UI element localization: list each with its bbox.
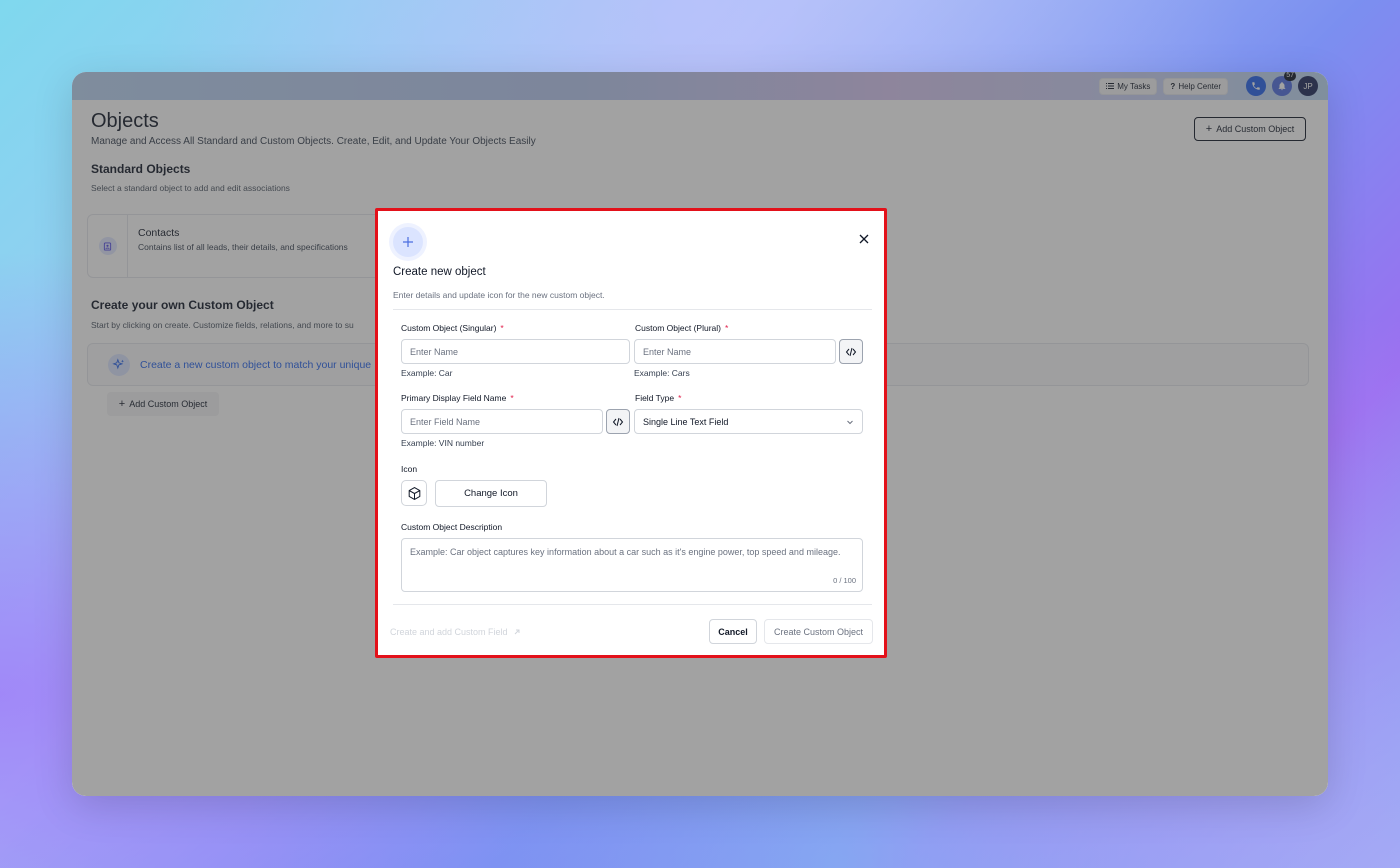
required-marker: *	[510, 393, 514, 403]
field-type-label: Field Type *	[635, 393, 681, 403]
field-type-select[interactable]: Single Line Text Field	[634, 409, 863, 434]
primary-field-placeholder: Enter Field Name	[410, 416, 481, 427]
description-label: Custom Object Description	[401, 522, 503, 532]
create-object-modal: Create new object Enter details and upda…	[375, 208, 887, 658]
required-marker: *	[500, 323, 504, 333]
primary-field-label: Primary Display Field Name *	[401, 393, 514, 403]
modal-subtitle: Enter details and update icon for the ne…	[393, 290, 605, 300]
chevron-down-icon	[847, 420, 853, 424]
change-icon-button[interactable]: Change Icon	[435, 480, 547, 507]
change-icon-label: Change Icon	[464, 488, 518, 499]
code-icon	[845, 347, 857, 356]
singular-name-input[interactable]: Enter Name	[401, 339, 630, 364]
description-counter: 0 / 100	[833, 576, 856, 585]
close-button[interactable]	[856, 231, 872, 247]
close-icon	[859, 234, 869, 244]
singular-hint: Example: Car	[401, 368, 453, 378]
plural-hint: Example: Cars	[634, 368, 690, 378]
primary-field-hint: Example: VIN number	[401, 438, 485, 448]
create-and-add-field-label: Create and add Custom Field	[390, 627, 508, 637]
singular-label: Custom Object (Singular) *	[401, 323, 504, 333]
plural-label: Custom Object (Plural) *	[635, 323, 728, 333]
divider	[393, 309, 872, 310]
plural-placeholder: Enter Name	[643, 346, 692, 357]
cube-icon	[408, 486, 420, 500]
cancel-label: Cancel	[718, 626, 748, 637]
singular-placeholder: Enter Name	[410, 346, 459, 357]
description-placeholder: Example: Car object captures key informa…	[410, 547, 841, 557]
description-textarea[interactable]: Example: Car object captures key informa…	[401, 538, 863, 592]
cancel-button[interactable]: Cancel	[709, 619, 757, 644]
modal-title: Create new object	[393, 266, 486, 278]
required-marker: *	[724, 323, 729, 333]
arrow-up-right-icon	[514, 629, 520, 635]
primary-field-code-button[interactable]	[606, 409, 630, 434]
plus-icon	[393, 227, 423, 257]
plural-code-button[interactable]	[839, 339, 863, 364]
plural-name-input[interactable]: Enter Name	[634, 339, 836, 364]
field-type-label-text: Field Type	[635, 393, 675, 403]
code-icon	[612, 417, 624, 426]
icon-label: Icon	[401, 464, 418, 474]
plural-label-text: Custom Object (Plural)	[635, 323, 721, 333]
selected-icon-preview	[401, 480, 427, 506]
field-type-value: Single Line Text Field	[643, 416, 729, 427]
primary-field-input[interactable]: Enter Field Name	[401, 409, 603, 434]
create-and-add-field-link[interactable]: Create and add Custom Field	[390, 627, 521, 637]
singular-label-text: Custom Object (Singular)	[401, 323, 497, 333]
create-custom-object-label: Create Custom Object	[773, 626, 864, 637]
required-marker: *	[678, 393, 682, 403]
primary-field-label-text: Primary Display Field Name	[401, 393, 507, 403]
create-custom-object-button[interactable]: Create Custom Object	[764, 619, 873, 644]
divider	[393, 604, 872, 605]
